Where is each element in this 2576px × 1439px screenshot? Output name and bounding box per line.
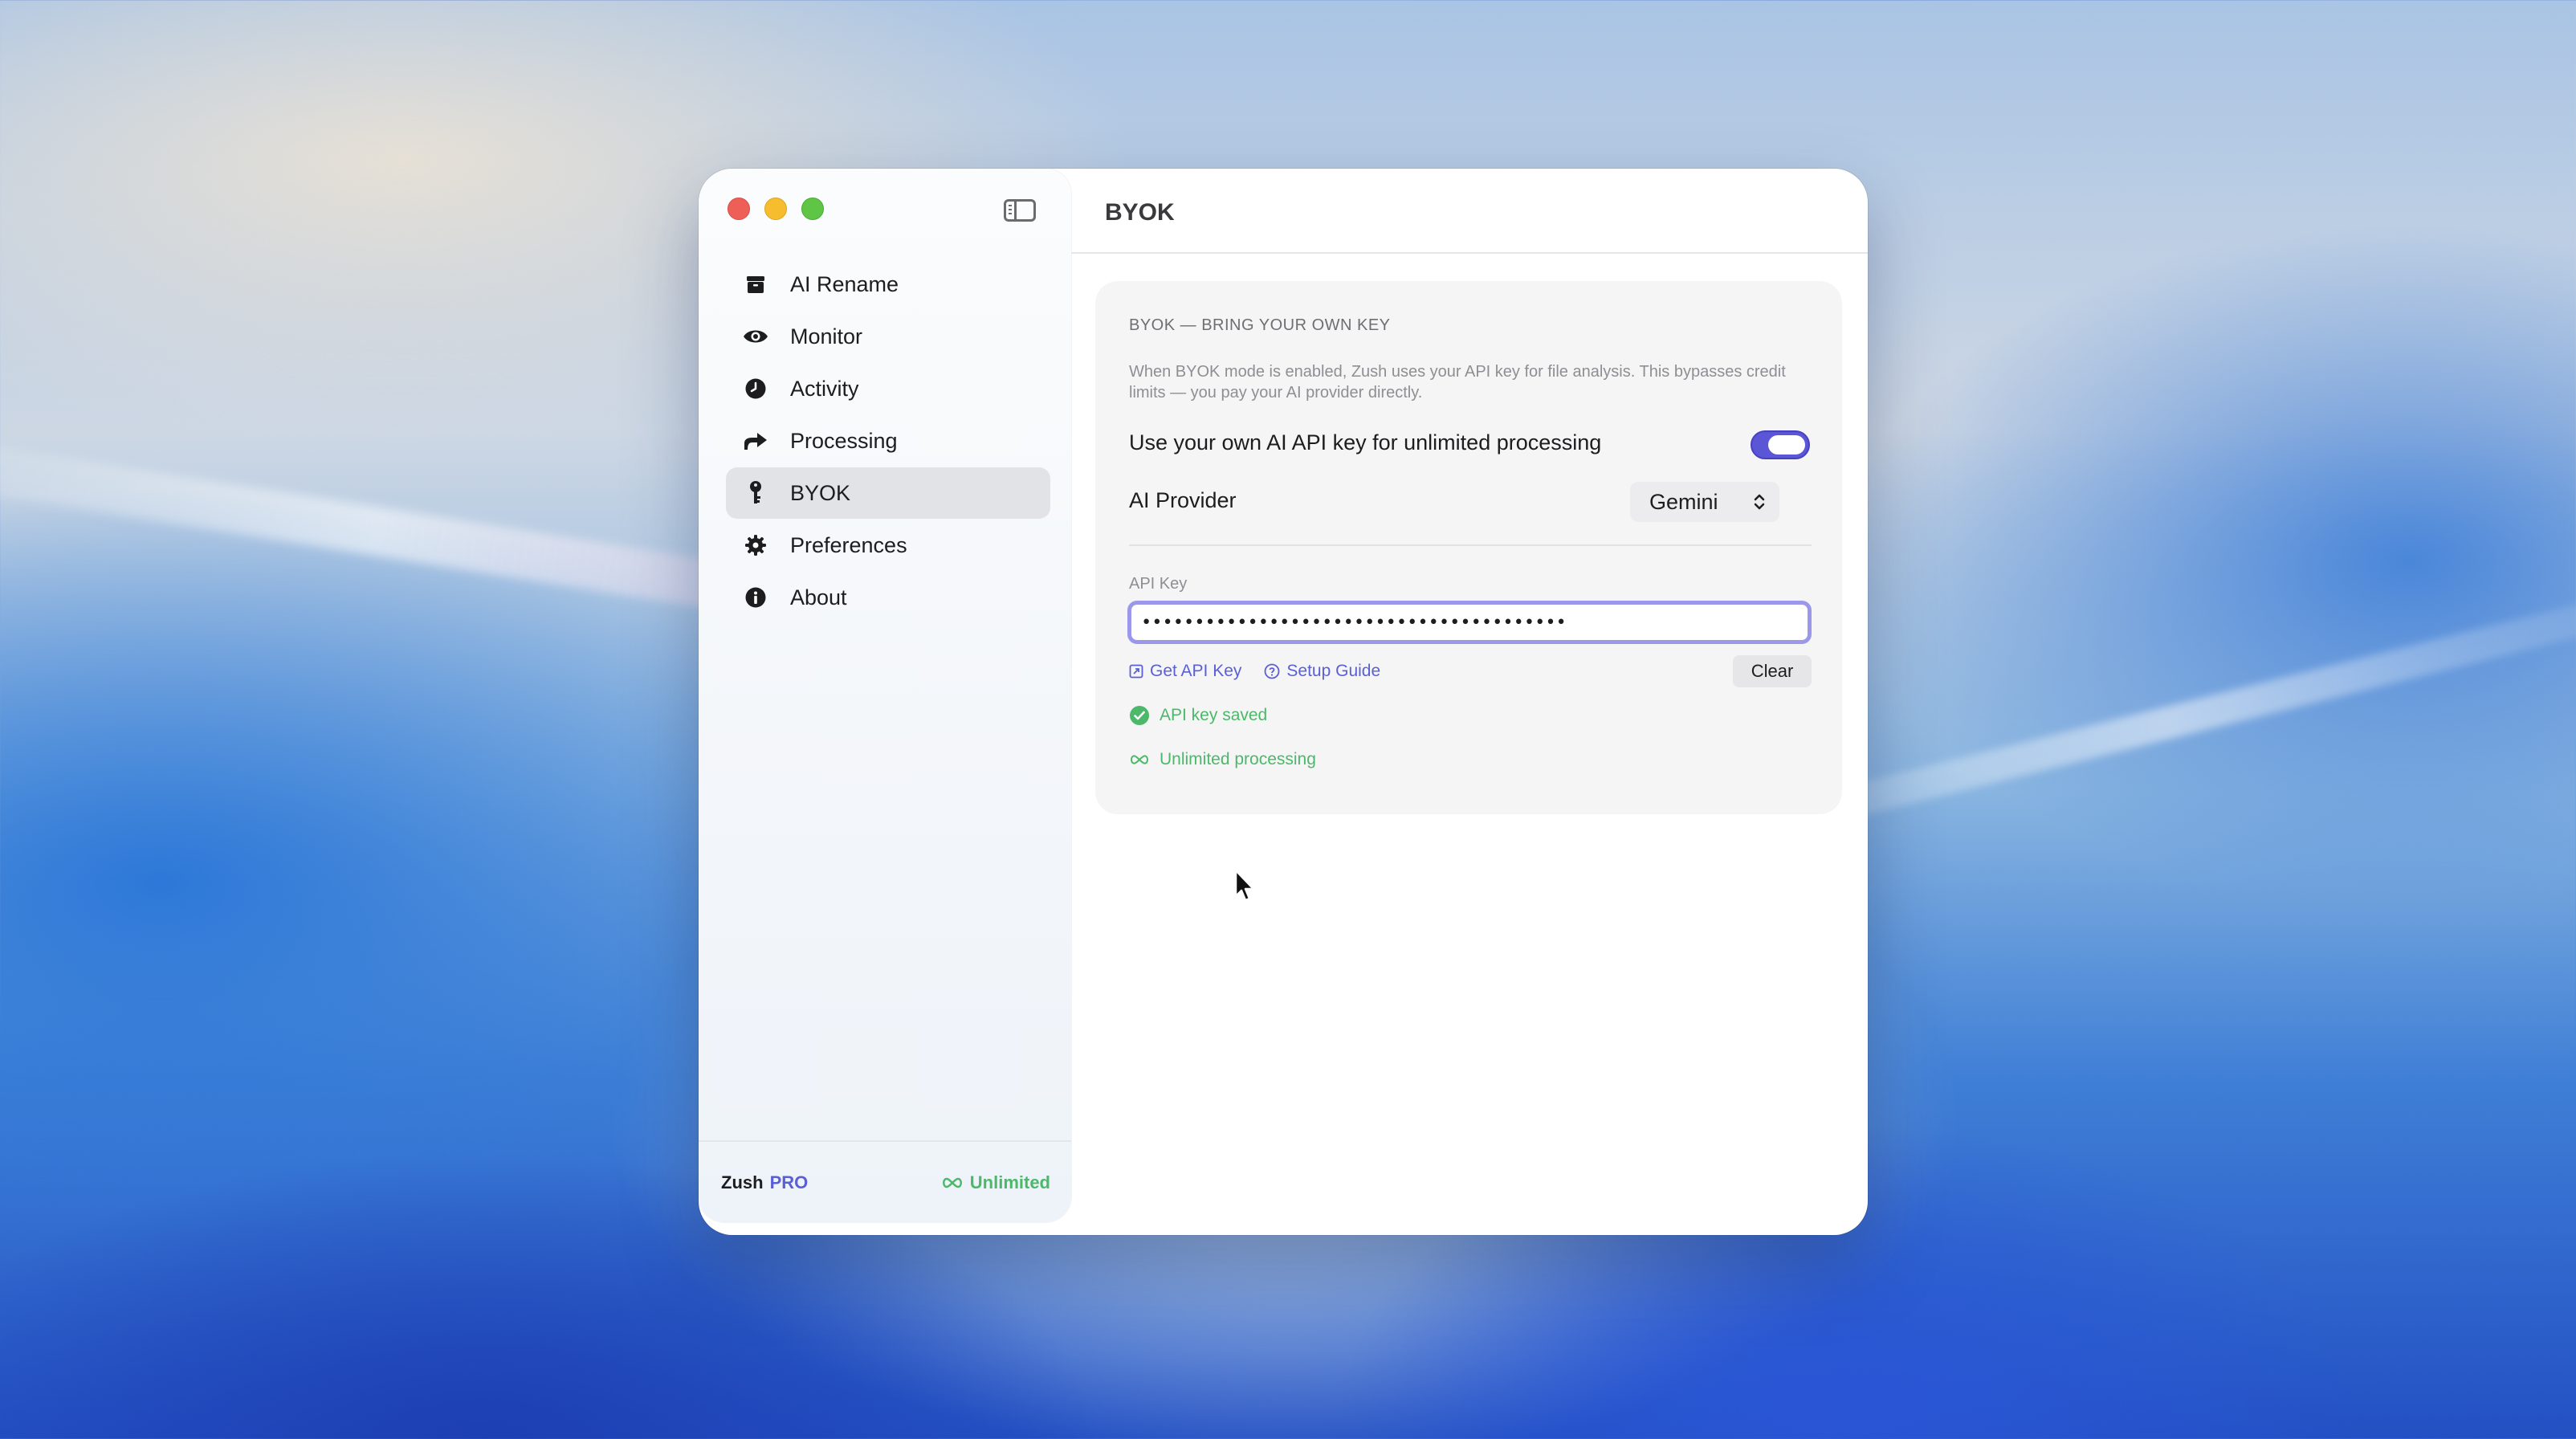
clock-icon	[742, 375, 769, 402]
plan-label: Unlimited	[969, 1172, 1050, 1192]
sidebar-item-label: About	[790, 585, 847, 609]
sidebar-item-label: Preferences	[790, 532, 907, 557]
maximize-window-button[interactable]	[801, 198, 824, 220]
api-key-links: Get API Key Setup Guide	[1129, 662, 1403, 681]
setup-guide-label: Setup Guide	[1286, 662, 1381, 680]
brand-name: Zush PRO	[721, 1172, 808, 1193]
setup-guide-link[interactable]: Setup Guide	[1264, 662, 1380, 681]
sidebar-item-label: Processing	[790, 428, 898, 453]
eye-icon	[742, 323, 769, 350]
plan-status: Unlimited	[941, 1172, 1050, 1193]
info-icon	[742, 584, 769, 611]
get-api-key-label: Get API Key	[1150, 662, 1242, 680]
sidebar-item-label: BYOK	[790, 480, 851, 505]
pro-badge: PRO	[769, 1172, 809, 1192]
clear-button[interactable]: Clear	[1733, 655, 1812, 687]
sidebar-toggle-icon[interactable]	[1004, 199, 1036, 222]
unlimited-status-label: Unlimited processing	[1160, 750, 1316, 768]
byok-toggle[interactable]	[1751, 430, 1810, 459]
sidebar-footer: Zush PRO Unlimited	[699, 1140, 1071, 1222]
sidebar: AI Rename Monitor Activity Processing BY…	[699, 169, 1071, 1222]
sidebar-item-about[interactable]: About	[726, 572, 1050, 623]
question-circle-icon	[1265, 663, 1280, 679]
brand-label: Zush	[721, 1172, 764, 1192]
section-title: BYOK — BRING YOUR OWN KEY	[1129, 316, 1391, 334]
sidebar-item-activity[interactable]: Activity	[726, 363, 1050, 414]
external-link-icon	[1129, 664, 1143, 679]
sidebar-item-ai-rename[interactable]: AI Rename	[726, 259, 1050, 310]
sidebar-item-preferences[interactable]: Preferences	[726, 520, 1050, 571]
api-key-label: API Key	[1129, 575, 1188, 593]
divider	[1129, 544, 1812, 546]
sidebar-item-byok[interactable]: BYOK	[726, 467, 1050, 519]
sidebar-nav: AI Rename Monitor Activity Processing BY…	[726, 259, 1050, 624]
get-api-key-link[interactable]: Get API Key	[1129, 662, 1241, 681]
infinity-icon	[942, 1177, 962, 1188]
saved-status-label: API key saved	[1160, 706, 1268, 724]
close-window-button[interactable]	[728, 198, 750, 220]
mouse-cursor-icon	[1234, 869, 1255, 902]
sidebar-item-monitor[interactable]: Monitor	[726, 311, 1050, 362]
api-key-field[interactable]	[1127, 601, 1812, 644]
provider-value: Gemini	[1649, 489, 1718, 514]
gear-icon	[742, 532, 769, 559]
app-window: AI Rename Monitor Activity Processing BY…	[699, 169, 1868, 1235]
sidebar-item-label: AI Rename	[790, 271, 899, 296]
main-header: BYOK	[1071, 169, 1868, 254]
provider-select[interactable]: Gemini	[1630, 482, 1779, 522]
sidebar-item-processing[interactable]: Processing	[726, 415, 1050, 467]
byok-toggle-label: Use your own AI API key for unlimited pr…	[1129, 430, 1602, 455]
toggle-knob	[1768, 435, 1805, 455]
api-key-saved-status: API key saved	[1129, 705, 1267, 726]
sidebar-item-label: Monitor	[790, 324, 863, 349]
unlimited-processing-status: Unlimited processing	[1129, 750, 1316, 769]
chevron-updown-icon	[1754, 494, 1765, 510]
checkmark-circle-icon	[1130, 706, 1149, 725]
sidebar-item-label: Activity	[790, 376, 859, 401]
minimize-window-button[interactable]	[764, 198, 787, 220]
section-description: When BYOK mode is enabled, Zush uses you…	[1129, 363, 1786, 402]
archive-icon	[742, 271, 769, 298]
page-title: BYOK	[1105, 199, 1175, 226]
key-icon	[742, 479, 769, 507]
provider-label: AI Provider	[1129, 488, 1237, 512]
byok-settings-card: BYOK — BRING YOUR OWN KEY When BYOK mode…	[1095, 281, 1842, 814]
arrow-share-icon	[742, 427, 769, 455]
infinity-icon	[1131, 755, 1148, 764]
